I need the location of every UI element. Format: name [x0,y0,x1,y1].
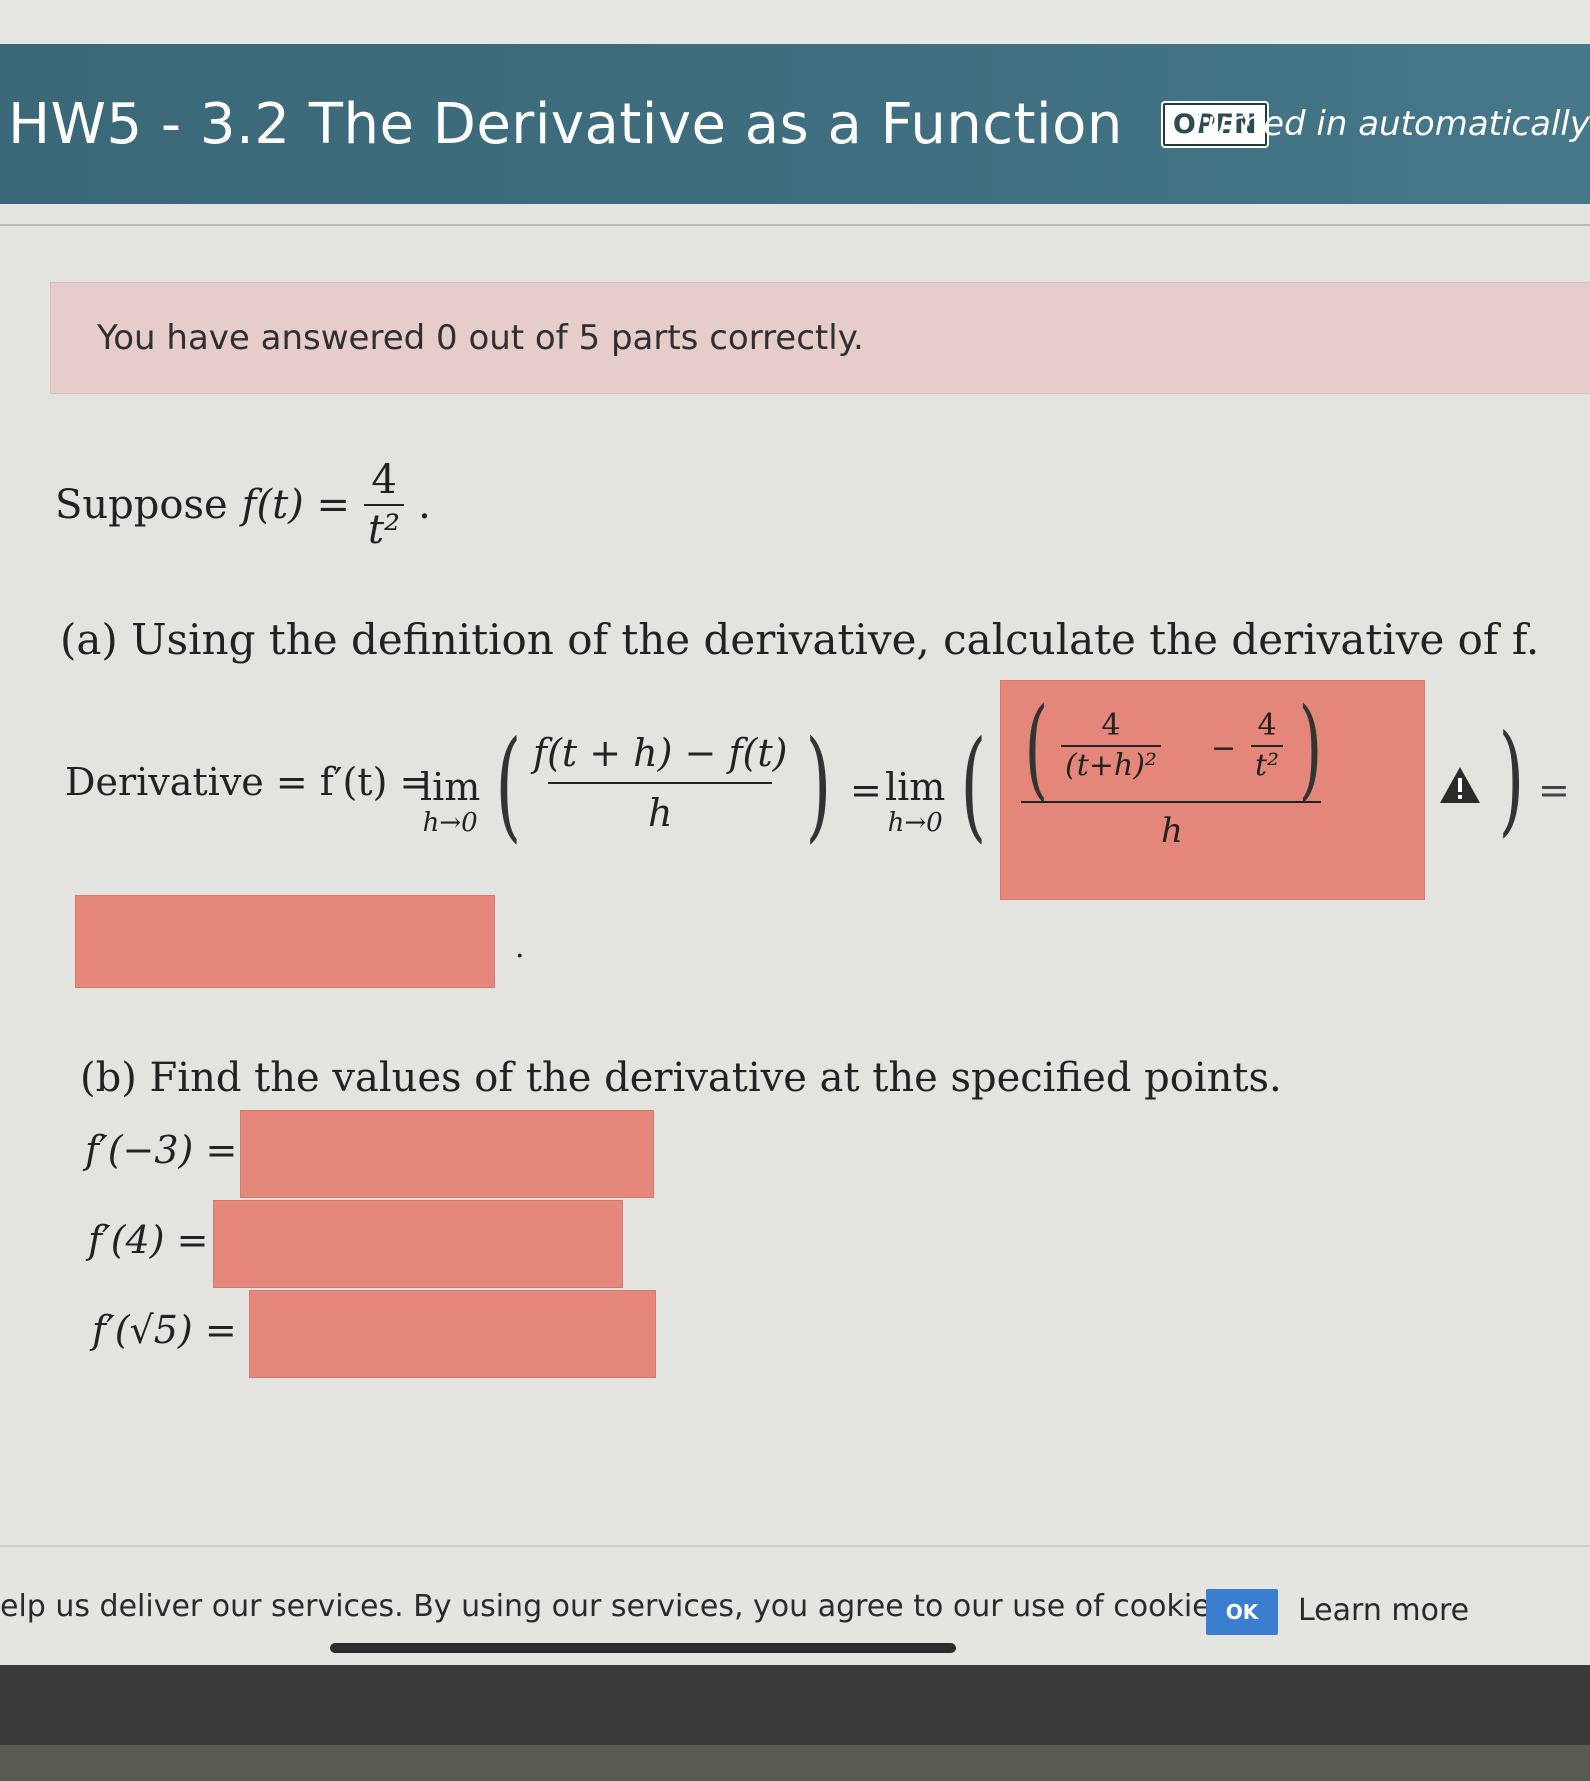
row-label-4: f′(4) = [88,1218,209,1262]
function-fraction: 4 t² [363,457,405,550]
limit-2-text: lim [885,765,946,809]
term-a: 4 (t+h)² [1061,711,1161,781]
difference-quotient-answer-box[interactable]: ( 4 (t+h)² − 4 t² ) h [1000,680,1425,900]
derivative-answer-input[interactable] [75,895,495,988]
horizontal-scrollbar[interactable] [330,1643,956,1653]
part-b-prompt: (b) Find the values of the derivative at… [80,1055,1282,1101]
function-numerator: 4 [371,457,397,503]
entered-expression: ( 4 (t+h)² − 4 t² ) h [1021,693,1351,876]
answer-input-neg3[interactable] [240,1110,654,1198]
equals-sign-1: = [850,768,882,812]
cookie-message: elp us deliver our services. By using ou… [0,1589,1236,1624]
difference-quotient-numerator: f(t + h) − f(t) [533,731,788,775]
limit-1: lim h→0 [420,768,480,836]
close-paren-1: ) [805,716,832,855]
warning-icon[interactable] [1438,765,1482,805]
trailing-equals: = [1538,768,1570,812]
assignment-header: HW5 - 3.2 The Derivative as a Function O… [0,44,1590,204]
inner-open-paren: ( [1024,684,1049,812]
suppose-word: Suppose [55,482,228,528]
term-a-numerator: 4 [1101,708,1121,743]
browser-top-strip [0,0,1590,44]
inner-close-paren: ) [1298,684,1323,812]
answer-period: . [515,930,525,965]
row-label-sqrt5: f′(√5) = [92,1308,237,1352]
term-b-numerator: 4 [1257,708,1277,743]
answer-input-sqrt5[interactable] [249,1290,656,1378]
minus-sign: − [1211,731,1237,766]
cookie-learn-more-link[interactable]: Learn more [1298,1593,1469,1628]
limit-1-sub: h→0 [422,808,478,838]
main-denominator: h [1161,811,1183,851]
term-b: 4 t² [1251,708,1284,781]
difference-quotient-denominator: h [547,782,773,832]
term-a-denominator: (t+h)² [1061,745,1161,781]
function-lhs: f(t) = [241,482,350,528]
open-paren-1: ( [495,716,522,855]
score-alert-text: You have answered 0 out of 5 parts corre… [97,318,864,358]
answer-input-4[interactable] [213,1200,623,1288]
statement-period: . [418,482,431,528]
cookie-banner: elp us deliver our services. By using ou… [0,1545,1590,1665]
derivative-label: Derivative = f′(t) = [65,760,432,804]
header-divider [0,224,1590,226]
score-alert: You have answered 0 out of 5 parts corre… [50,282,1590,394]
assignment-title: HW5 - 3.2 The Derivative as a Function [8,91,1123,157]
term-b-denominator: t² [1251,745,1284,781]
limit-1-text: lim [420,765,481,809]
main-fraction-bar [1021,801,1321,803]
difference-quotient: f(t + h) − f(t) h [525,734,795,832]
function-denominator: t² [363,504,405,550]
turned-in-note: Turned in automatically [1188,104,1590,144]
close-paren-2: ) [1498,710,1525,849]
part-a-prompt: (a) Using the definition of the derivati… [60,615,1540,664]
bezel-stripe [0,1745,1590,1781]
screen-bezel [0,1665,1590,1781]
open-paren-2: ( [960,716,987,855]
problem-statement: Suppose f(t) = 4 t² . [55,460,431,550]
cookie-ok-button[interactable]: OK [1206,1589,1278,1635]
row-label-neg3: f′(−3) = [85,1128,238,1172]
limit-2: lim h→0 [885,768,945,836]
limit-2-sub: h→0 [887,808,943,838]
